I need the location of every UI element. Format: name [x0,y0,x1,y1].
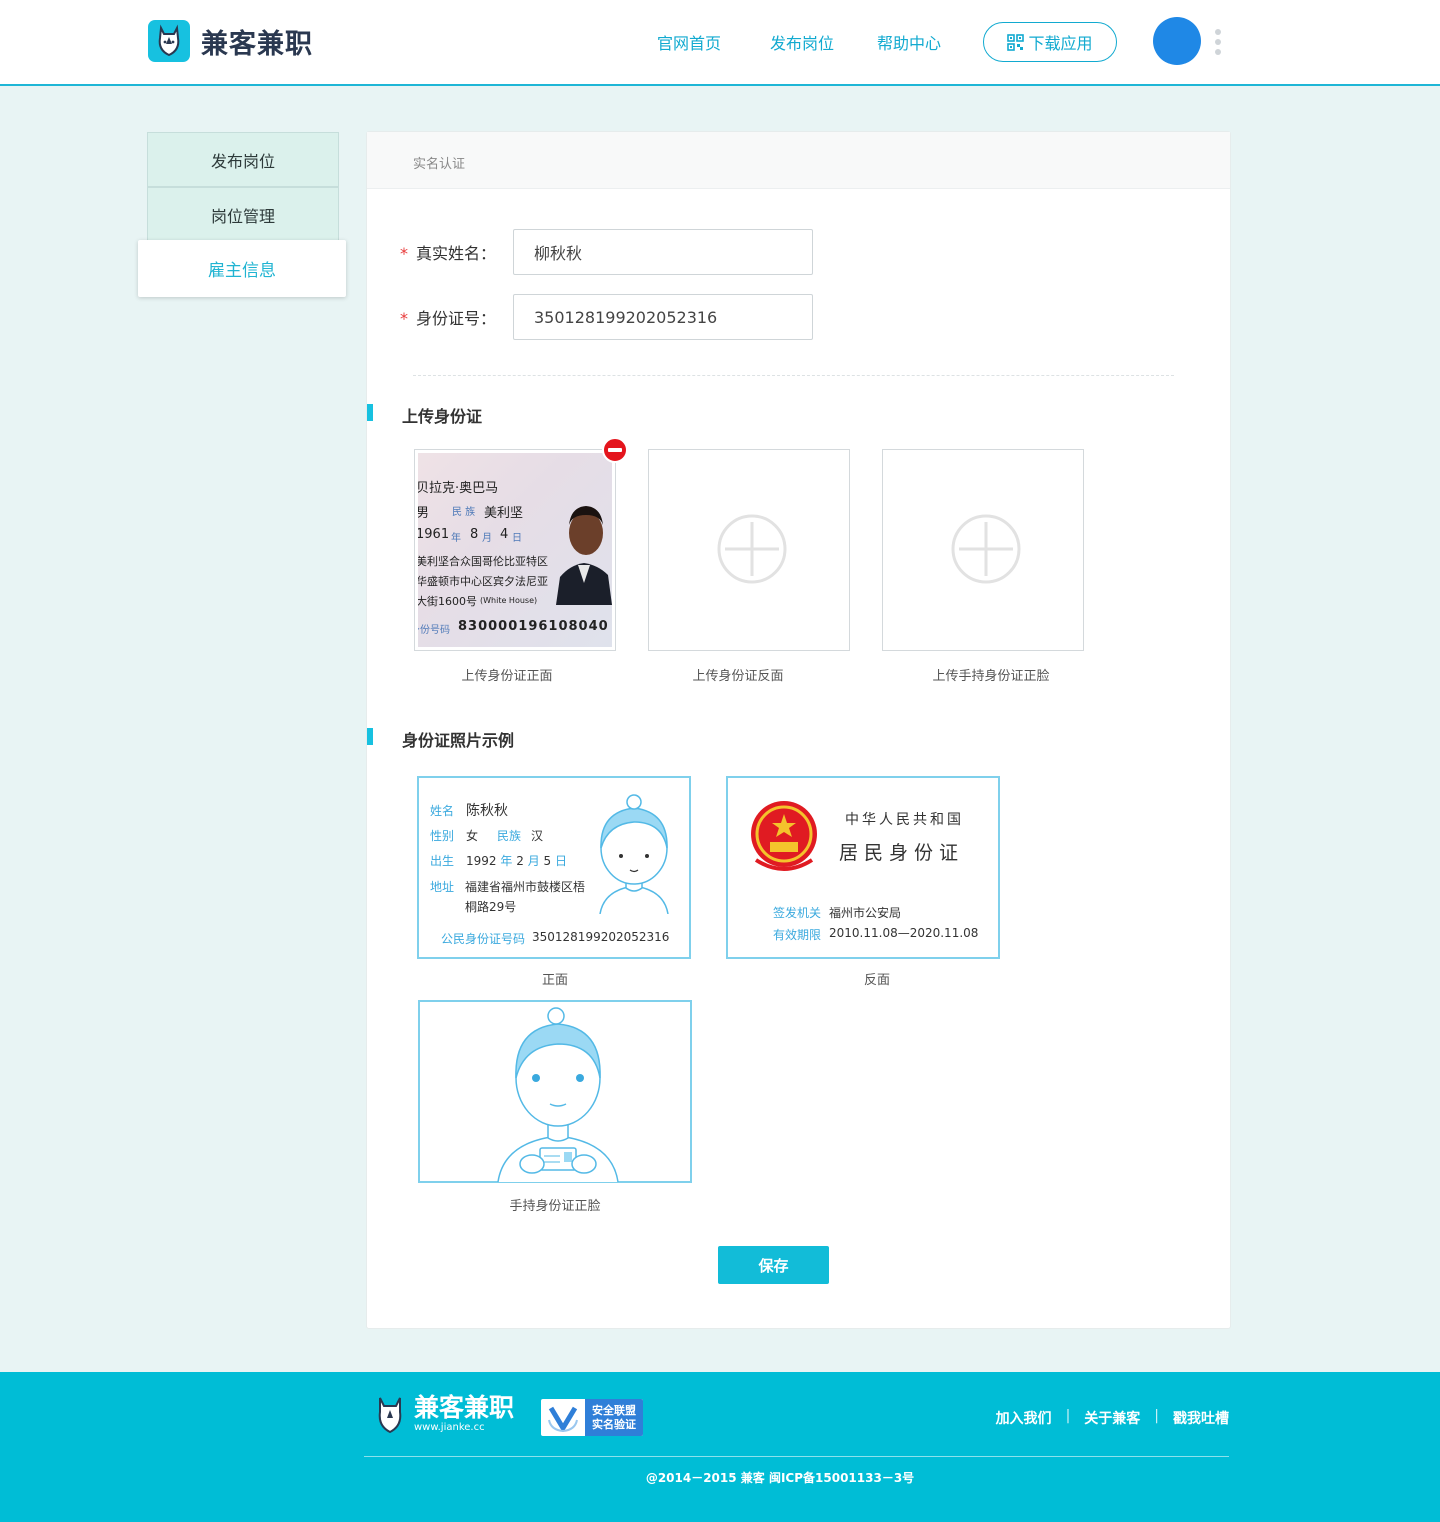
sample-section-title: 身份证照片示例 [402,731,515,750]
verification-panel: 实名认证 * 真实姓名： 柳秋秋 * 身份证号： 35012819920205231… [366,131,1231,1329]
security-badge[interactable]: 安全联盟 实名验证 [541,1399,643,1436]
nav-home[interactable]: 官网首页 [657,30,721,54]
sample-front-card: 姓名 陈秋秋 性别 女 民族 汉 出生 1992 年 2 月 5 日 地址 福建… [417,776,691,959]
sidebar-item-label: 发布岗位 [210,151,275,171]
footer-url: www.jianke.cc [414,1422,485,1433]
site-footer: 兼客兼职 www.jianke.cc 安全联盟 实名验证 加入我们 | 关于兼客… [0,1372,1440,1522]
upload-holding-box[interactable] [882,449,1084,651]
upload-caption: 上传身份证反面 [692,669,784,684]
badge-line-2: 实名验证 [592,1417,636,1431]
dashed-divider [413,375,1174,376]
footer-divider [364,1456,1229,1457]
sidebar-item-label: 岗位管理 [210,206,275,226]
sidebar-item-employer-info[interactable]: 雇主信息 [138,240,346,297]
top-header: 兼客兼职 官网首页 发布岗位 帮助中心 下载应用 [0,0,1440,86]
footer-link-join[interactable]: 加入我们 [996,1408,1052,1428]
required-mark: * [400,244,408,263]
link-separator: | [1154,1408,1159,1424]
footer-link-about[interactable]: 关于兼客 [1084,1408,1140,1428]
real-name-input[interactable]: 柳秋秋 [513,229,813,275]
panel-header: 实名认证 [367,132,1230,189]
download-app-button[interactable]: 下载应用 [983,22,1117,62]
id-label: * 身份证号： [400,309,497,328]
footer-links: 加入我们 | 关于兼客 | 戳我吐槽 [996,1408,1229,1428]
sidebar-item-post-job[interactable]: 发布岗位 [147,132,339,187]
upload-front-box[interactable]: 贝拉克·奥巴马 男 民 族 美利坚 1961 年 8 月 4 日 美利坚合众国哥… [414,437,628,651]
save-button[interactable]: 保存 [718,1246,829,1284]
upload-section-title: 上传身份证 [402,407,483,426]
sidebar-item-label: 雇主信息 [208,261,276,281]
plus-circle-icon [951,514,1021,584]
uploaded-id-front-image: 贝拉克·奥巴马 男 民 族 美利坚 1961 年 8 月 4 日 美利坚合众国哥… [418,453,612,647]
sample-caption: 手持身份证正脸 [509,1199,601,1214]
brand-logo[interactable]: 兼客兼职 [148,20,313,62]
upload-caption: 上传身份证正面 [461,669,553,684]
footer-logo[interactable]: 兼客兼职 www.jianke.cc [376,1394,514,1434]
link-separator: | [1065,1408,1071,1424]
plus-circle-icon [717,514,787,584]
rhino-logo-icon [378,1397,402,1434]
more-vertical-icon[interactable] [1215,29,1222,57]
required-mark: * [400,309,408,328]
sample-caption: 正面 [541,973,568,988]
national-emblem-icon [751,801,817,871]
name-label: * 真实姓名： [400,244,497,263]
badge-line-1: 安全联盟 [592,1403,636,1417]
rhino-logo-icon [148,20,190,62]
nav-post-job[interactable]: 发布岗位 [770,30,834,54]
upload-caption: 上传手持身份证正脸 [932,669,1050,684]
upload-back-box[interactable] [648,449,850,651]
page-title: 实名认证 [413,157,466,172]
sample-back-card: 中华人民共和国 居民身份证 签发机关 福州市公安局 有效期限 2010.11.0… [726,776,1000,959]
footer-link-feedback[interactable]: 戳我吐槽 [1173,1408,1229,1428]
section-marker [367,404,373,421]
download-app-label: 下载应用 [1028,34,1093,53]
girl-holding-id-icon [497,1007,619,1182]
id-number-input[interactable]: 350128199202052316 [513,294,813,340]
verified-v-icon [541,1399,585,1436]
remove-icon[interactable] [602,437,628,463]
section-marker [367,728,373,745]
sidebar-item-job-manage[interactable]: 岗位管理 [147,187,339,242]
nav-help[interactable]: 帮助中心 [877,30,941,54]
sample-caption: 反面 [863,973,890,988]
qr-code-icon [1007,33,1025,51]
girl-portrait-icon [599,794,669,914]
avatar[interactable] [1153,17,1201,65]
sample-holding-card [418,1000,692,1183]
footer-brand: 兼客兼职 [414,1393,515,1422]
brand-name: 兼客兼职 [201,28,313,60]
copyright: @2014－2015 兼客 闽ICP备15001133－3号 [645,1471,915,1485]
